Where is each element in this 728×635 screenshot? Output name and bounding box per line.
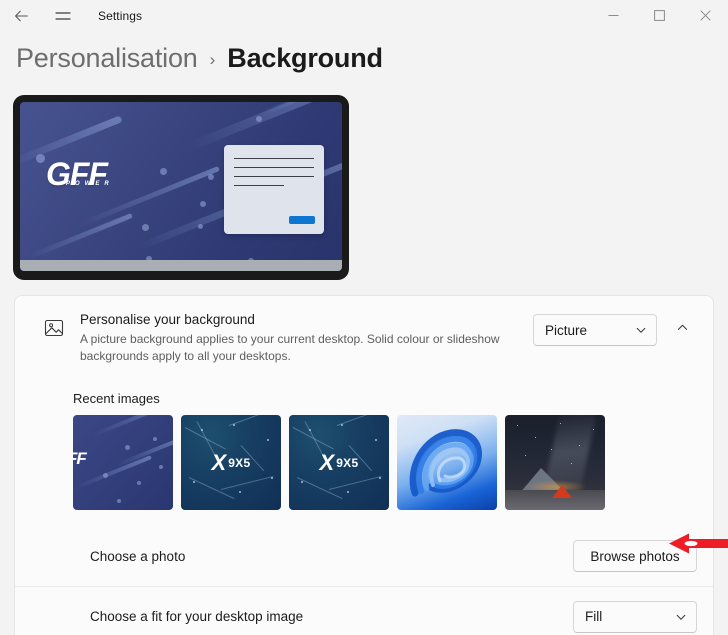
personalise-description: A picture background applies to your cur…: [80, 332, 500, 363]
recent-image-thumbnail-1[interactable]: FF: [73, 415, 173, 510]
background-settings-card: Personalise your background A picture ba…: [14, 295, 714, 635]
desktop-image-fit-value: Fill: [585, 609, 603, 624]
navigation-menu-button[interactable]: [48, 3, 78, 29]
choose-photo-label: Choose a photo: [90, 548, 186, 564]
chevron-down-icon: [676, 614, 686, 620]
thumb3-logo: X 9X5: [319, 449, 359, 475]
page-title: Background: [227, 43, 383, 73]
choose-fit-label: Choose a fit for your desktop image: [90, 609, 304, 624]
recent-images-list: FF X 9X5: [73, 415, 697, 510]
recent-image-thumbnail-3[interactable]: X 9X5: [289, 415, 389, 510]
back-arrow-icon: [14, 10, 28, 21]
personalise-text-block: Personalise your background A picture ba…: [80, 310, 533, 365]
minimize-button[interactable]: [590, 0, 636, 31]
collapse-section-button[interactable]: [667, 312, 697, 342]
thumb2-logo-mark: X: [211, 449, 227, 475]
thumb3-logo-mark: X: [319, 449, 335, 475]
hamburger-menu-icon: [55, 11, 71, 20]
thumb1-logo: FF: [73, 449, 87, 468]
close-icon: [699, 10, 711, 21]
picture-icon: [42, 316, 66, 340]
title-bar: Settings: [0, 0, 728, 31]
red-tent: [552, 485, 572, 498]
wallpaper-logo-subtext: POWER: [66, 181, 114, 187]
personalise-title: Personalise your background: [80, 312, 255, 327]
wallpaper-document-card: [224, 145, 324, 234]
thumb2-logo-text: 9X5: [228, 455, 251, 470]
thumb3-logo-text: 9X5: [336, 455, 359, 470]
chevron-down-icon: [636, 327, 646, 333]
breadcrumb: Personalisation › Background: [0, 31, 728, 83]
background-type-dropdown[interactable]: Picture: [533, 314, 657, 346]
choose-fit-row: Choose a fit for your desktop image Fill: [15, 586, 713, 635]
breadcrumb-separator-icon: ›: [209, 50, 216, 69]
recent-image-thumbnail-5[interactable]: [505, 415, 605, 510]
close-button[interactable]: [682, 0, 728, 31]
thumb1-streaks: [73, 415, 173, 510]
background-type-value: Picture: [545, 322, 588, 338]
minimize-icon: [608, 15, 618, 16]
browse-photos-button[interactable]: Browse photos: [573, 540, 697, 572]
recent-image-thumbnail-2[interactable]: X 9X5: [181, 415, 281, 510]
wallpaper-preview: GFF POWER: [20, 102, 342, 271]
window-controls: [590, 0, 728, 31]
breadcrumb-parent-link[interactable]: Personalisation: [16, 43, 198, 74]
desktop-image-fit-dropdown[interactable]: Fill: [573, 600, 697, 633]
choose-photo-row: Choose a photo Browse photos: [15, 526, 713, 586]
wallpaper-document-button: [289, 216, 315, 224]
recent-image-thumbnail-4[interactable]: [397, 415, 497, 510]
wallpaper-taskbar: [20, 260, 342, 271]
maximize-button[interactable]: [636, 0, 682, 31]
recent-images-title: Recent images: [73, 391, 160, 406]
bloom-shape: [409, 429, 482, 497]
window-title: Settings: [98, 8, 143, 23]
thumb2-logo: X 9X5: [211, 449, 251, 475]
background-preview: GFF POWER: [0, 83, 728, 280]
back-button[interactable]: [6, 3, 36, 29]
maximize-icon: [653, 10, 665, 21]
monitor-frame: GFF POWER: [13, 95, 349, 280]
personalise-background-row: Personalise your background A picture ba…: [15, 296, 713, 379]
chevron-up-icon: [677, 324, 687, 330]
recent-images-section: Recent images FF: [15, 379, 713, 526]
